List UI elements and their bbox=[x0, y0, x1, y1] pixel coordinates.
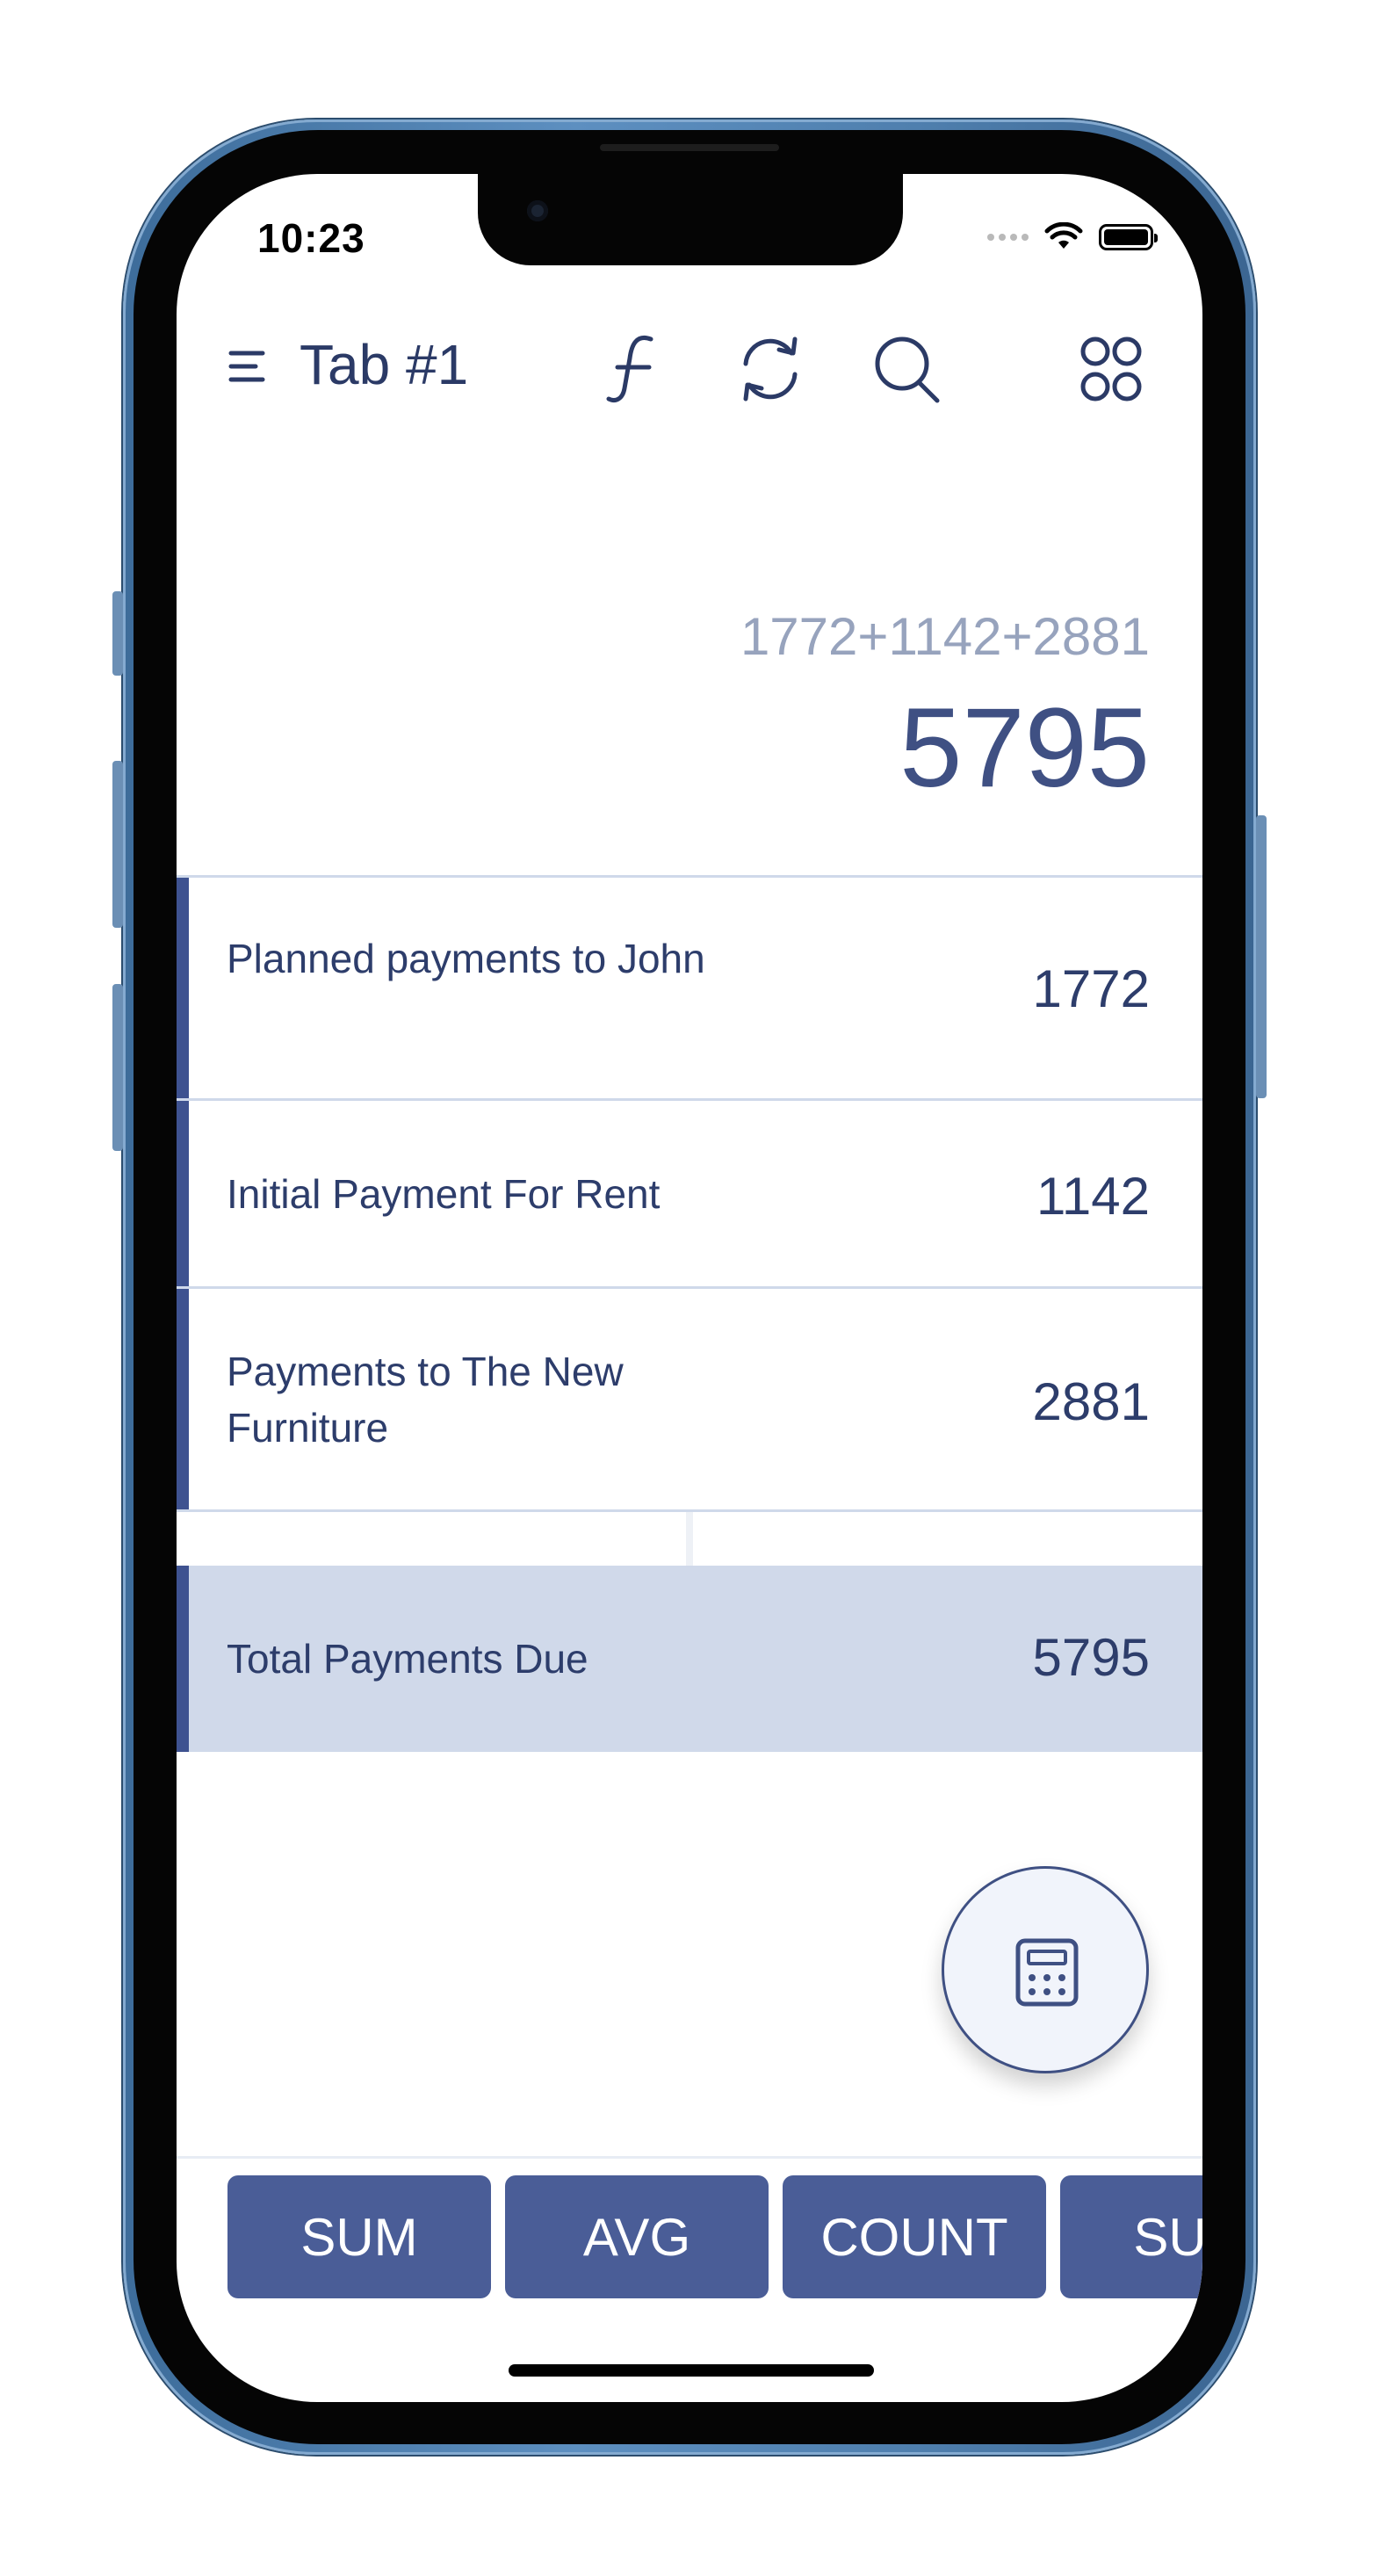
row-value: 2881 bbox=[1032, 1372, 1150, 1431]
sum-button[interactable]: SUM bbox=[227, 2175, 491, 2298]
count-button[interactable]: COUNT bbox=[783, 2175, 1046, 2298]
avg-button[interactable]: AVG bbox=[505, 2175, 769, 2298]
apps-grid-icon[interactable] bbox=[1078, 332, 1146, 406]
home-indicator bbox=[509, 2364, 874, 2377]
battery-icon bbox=[1099, 224, 1158, 250]
column-divider bbox=[686, 1512, 693, 1567]
row-value: 1772 bbox=[1032, 959, 1150, 1018]
status-time: 10:23 bbox=[257, 215, 365, 261]
silent-switch bbox=[112, 591, 123, 676]
result-display: 5795 bbox=[899, 685, 1150, 811]
front-camera bbox=[527, 200, 548, 221]
function-bar-divider bbox=[177, 2156, 1202, 2159]
volume-up-button bbox=[112, 761, 123, 928]
row-label: Initial Payment For Rent bbox=[227, 1171, 661, 1217]
list-item[interactable]: Payments to The New Furniture 2881 bbox=[177, 1286, 1202, 1509]
app-screen: 10:23 Tab #1 1772+1142+2881 5795 Planned… bbox=[177, 174, 1202, 2402]
search-icon[interactable] bbox=[870, 330, 944, 408]
row-accent bbox=[177, 1289, 189, 1509]
menu-icon[interactable] bbox=[227, 344, 271, 388]
function-bar: SUM AVG COUNT SUM bbox=[227, 2175, 1202, 2298]
device-stage: 10:23 Tab #1 1772+1142+2881 5795 Planned… bbox=[0, 0, 1379, 2576]
list-item[interactable]: Planned payments to John 1772 bbox=[177, 875, 1202, 1098]
row-accent bbox=[177, 878, 189, 1098]
earpiece-speaker bbox=[600, 144, 779, 151]
total-value: 5795 bbox=[1032, 1628, 1150, 1687]
list-item[interactable]: Initial Payment For Rent 1142 bbox=[177, 1098, 1202, 1286]
sum-button-secondary[interactable]: SUM bbox=[1060, 2175, 1202, 2298]
row-label: Payments to The New Furniture bbox=[227, 1349, 624, 1451]
tab-title[interactable]: Tab #1 bbox=[300, 332, 468, 397]
row-accent bbox=[177, 1101, 189, 1286]
row-accent bbox=[177, 1566, 189, 1752]
row-value: 1142 bbox=[1036, 1167, 1150, 1226]
volume-down-button bbox=[112, 984, 123, 1151]
spacer-row bbox=[177, 1509, 1202, 1567]
calculator-icon bbox=[1015, 1938, 1079, 2007]
calculator-button[interactable] bbox=[942, 1866, 1149, 2073]
status-indicators bbox=[987, 220, 1158, 255]
wifi-icon bbox=[1044, 222, 1083, 249]
total-label: Total Payments Due bbox=[227, 1636, 588, 1682]
total-row[interactable]: Total Payments Due 5795 bbox=[177, 1566, 1202, 1752]
refresh-icon[interactable] bbox=[733, 330, 807, 408]
power-button bbox=[1256, 815, 1267, 1098]
cellular-signal-icon bbox=[987, 234, 1029, 241]
expression-display: 1772+1142+2881 bbox=[740, 607, 1150, 666]
row-label: Planned payments to John bbox=[227, 936, 705, 981]
notch bbox=[478, 174, 903, 265]
function-icon[interactable] bbox=[602, 332, 663, 406]
